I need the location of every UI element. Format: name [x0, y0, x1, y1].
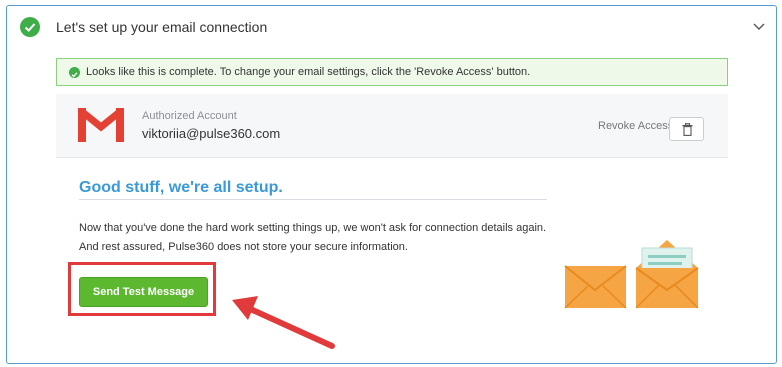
account-label: Authorized Account: [142, 110, 237, 122]
chevron-down-icon[interactable]: [751, 18, 767, 34]
completion-notice: Looks like this is complete. To change y…: [56, 58, 728, 86]
panel-title: Let's set up your email connection: [56, 19, 268, 35]
notice-text: Looks like this is complete. To change y…: [86, 66, 531, 78]
divider: [79, 199, 547, 200]
check-circle-icon: [69, 67, 80, 78]
setup-description-line: And rest assured, Pulse360 does not stor…: [79, 241, 408, 253]
panel-header[interactable]: Let's set up your email connection: [7, 6, 776, 50]
setup-title: Good stuff, we're all setup.: [79, 179, 283, 196]
revoke-access-button[interactable]: [669, 117, 704, 141]
envelope-icon: [564, 240, 699, 309]
annotation-arrow: [232, 296, 335, 349]
revoke-access-label: Revoke Access: [598, 120, 674, 132]
send-test-message-button[interactable]: Send Test Message: [79, 277, 208, 307]
setup-description: Now that you've done the hard work setti…: [79, 219, 559, 257]
trash-icon: [682, 123, 693, 136]
authorized-account-row: Authorized Account viktoriia@pulse360.co…: [56, 94, 728, 158]
setup-description-line: Now that you've done the hard work setti…: [79, 222, 547, 234]
account-email: viktoriia@pulse360.com: [142, 126, 281, 141]
check-circle-icon: [20, 17, 40, 37]
gmail-icon: [77, 107, 125, 142]
